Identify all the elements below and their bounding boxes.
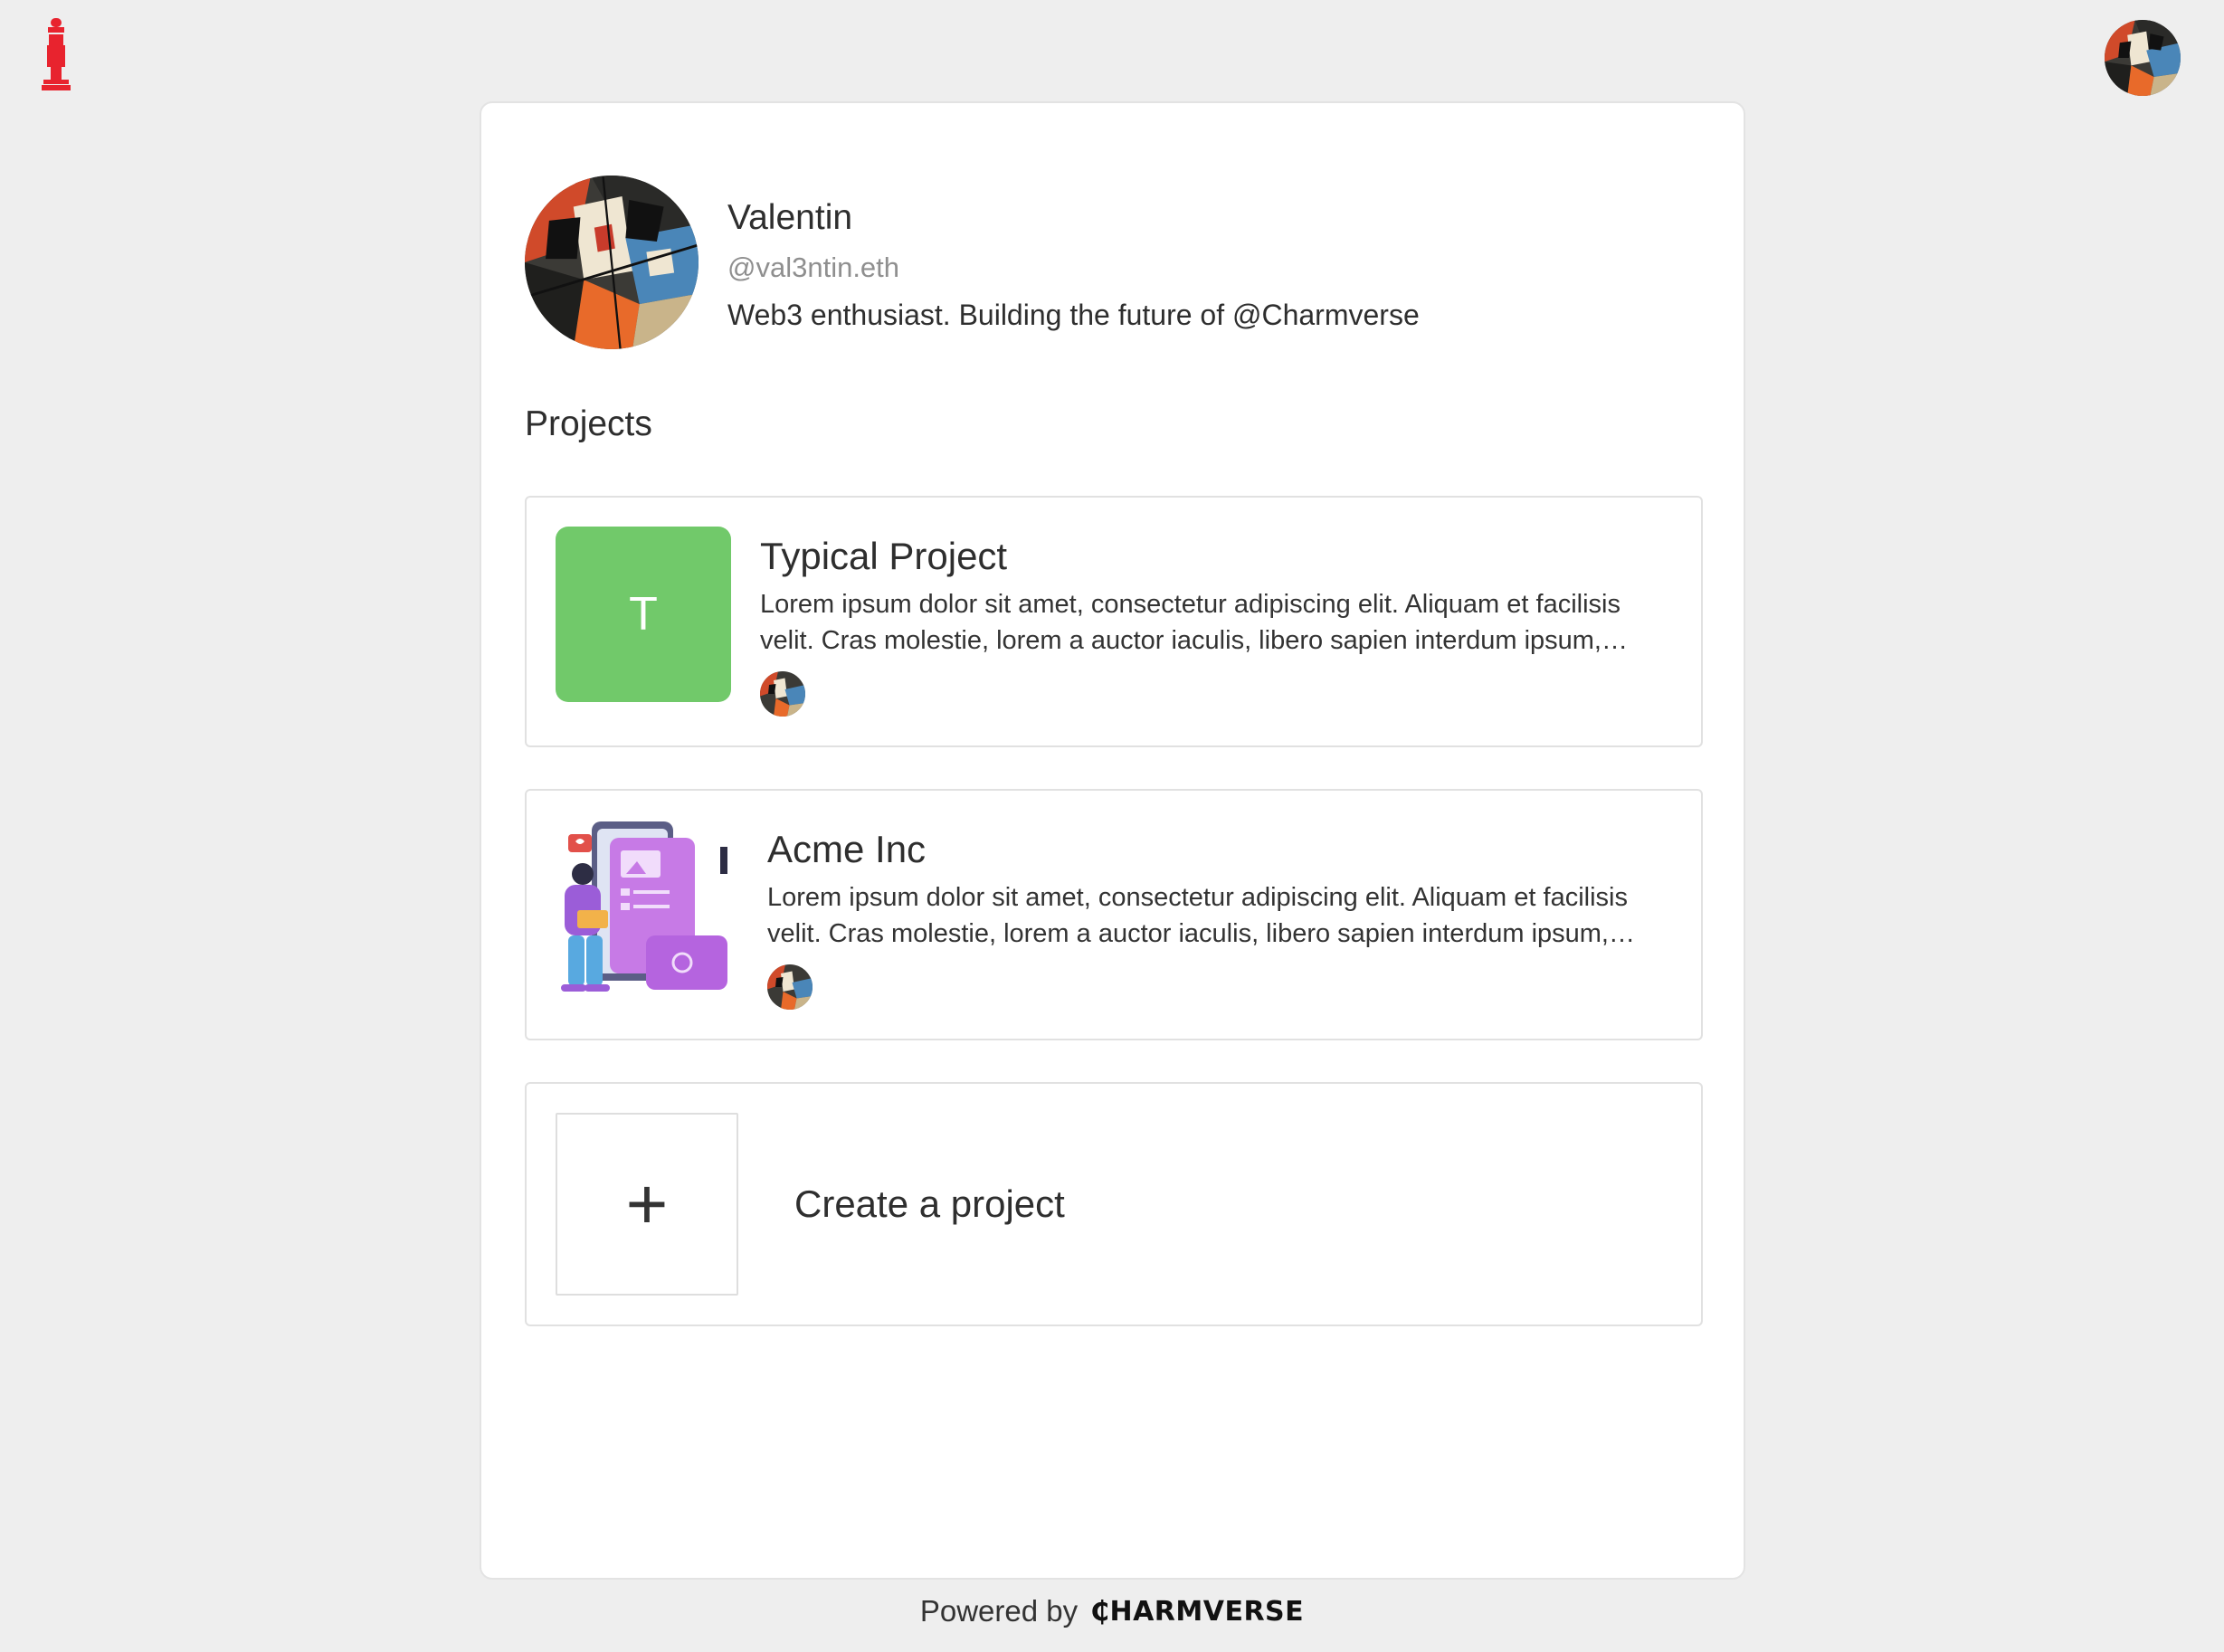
project-member-avatar <box>767 964 813 1010</box>
project-body: Acme Inc Lorem ipsum dolor sit amet, con… <box>767 827 1668 1010</box>
project-title: Typical Project <box>760 535 1008 577</box>
project-description: Lorem ipsum dolor sit amet, consectetur … <box>760 590 1620 655</box>
project-description: Lorem ipsum dolor sit amet, consectetur … <box>767 883 1628 948</box>
charmverse-brand-link[interactable]: ₵HARMVERSE <box>1090 1596 1304 1628</box>
create-project-label: Create a project <box>794 1182 1065 1225</box>
project-title: Acme Inc <box>767 828 927 870</box>
profile-handle: @val3ntin.eth <box>727 252 900 283</box>
app-design-illustration-icon <box>556 820 731 995</box>
project-thumbnail: T <box>556 527 731 702</box>
project-card-typical-project[interactable]: T Typical Project Lorem ipsum dolor sit … <box>525 496 1703 747</box>
create-project-card[interactable]: + Create a project <box>525 1082 1703 1326</box>
project-thumbnail-illustration <box>556 820 731 995</box>
profile-header: Valentin @val3ntin.eth Web3 enthusiast. … <box>525 176 1420 349</box>
profile-bio: Web3 enthusiast. Building the future of … <box>727 299 1420 331</box>
footer: Powered by ₵HARMVERSE <box>0 1594 2224 1628</box>
projects-heading: Projects <box>525 404 652 443</box>
profile-name: Valentin <box>727 198 853 237</box>
cubist-portrait-avatar-icon <box>2105 20 2181 96</box>
profile-info: Valentin @val3ntin.eth Web3 enthusiast. … <box>727 176 1420 349</box>
profile-avatar <box>525 176 699 349</box>
cubist-portrait-avatar-icon <box>767 964 813 1010</box>
red-figure-logo-icon[interactable] <box>40 18 72 90</box>
project-thumbnail-letter: T <box>629 588 658 641</box>
plus-icon[interactable]: + <box>556 1113 738 1296</box>
user-avatar[interactable] <box>2105 20 2181 96</box>
project-body: Typical Project Lorem ipsum dolor sit am… <box>760 534 1668 717</box>
cubist-portrait-avatar-icon <box>760 671 805 717</box>
profile-card: Valentin @val3ntin.eth Web3 enthusiast. … <box>480 101 1745 1580</box>
cubist-portrait-avatar-icon <box>525 176 699 349</box>
project-card-acme-inc[interactable]: Acme Inc Lorem ipsum dolor sit amet, con… <box>525 789 1703 1040</box>
powered-by-text: Powered by <box>919 1594 1079 1628</box>
profile-page: Valentin @val3ntin.eth Web3 enthusiast. … <box>0 0 2224 1652</box>
project-member-avatar <box>760 671 805 717</box>
